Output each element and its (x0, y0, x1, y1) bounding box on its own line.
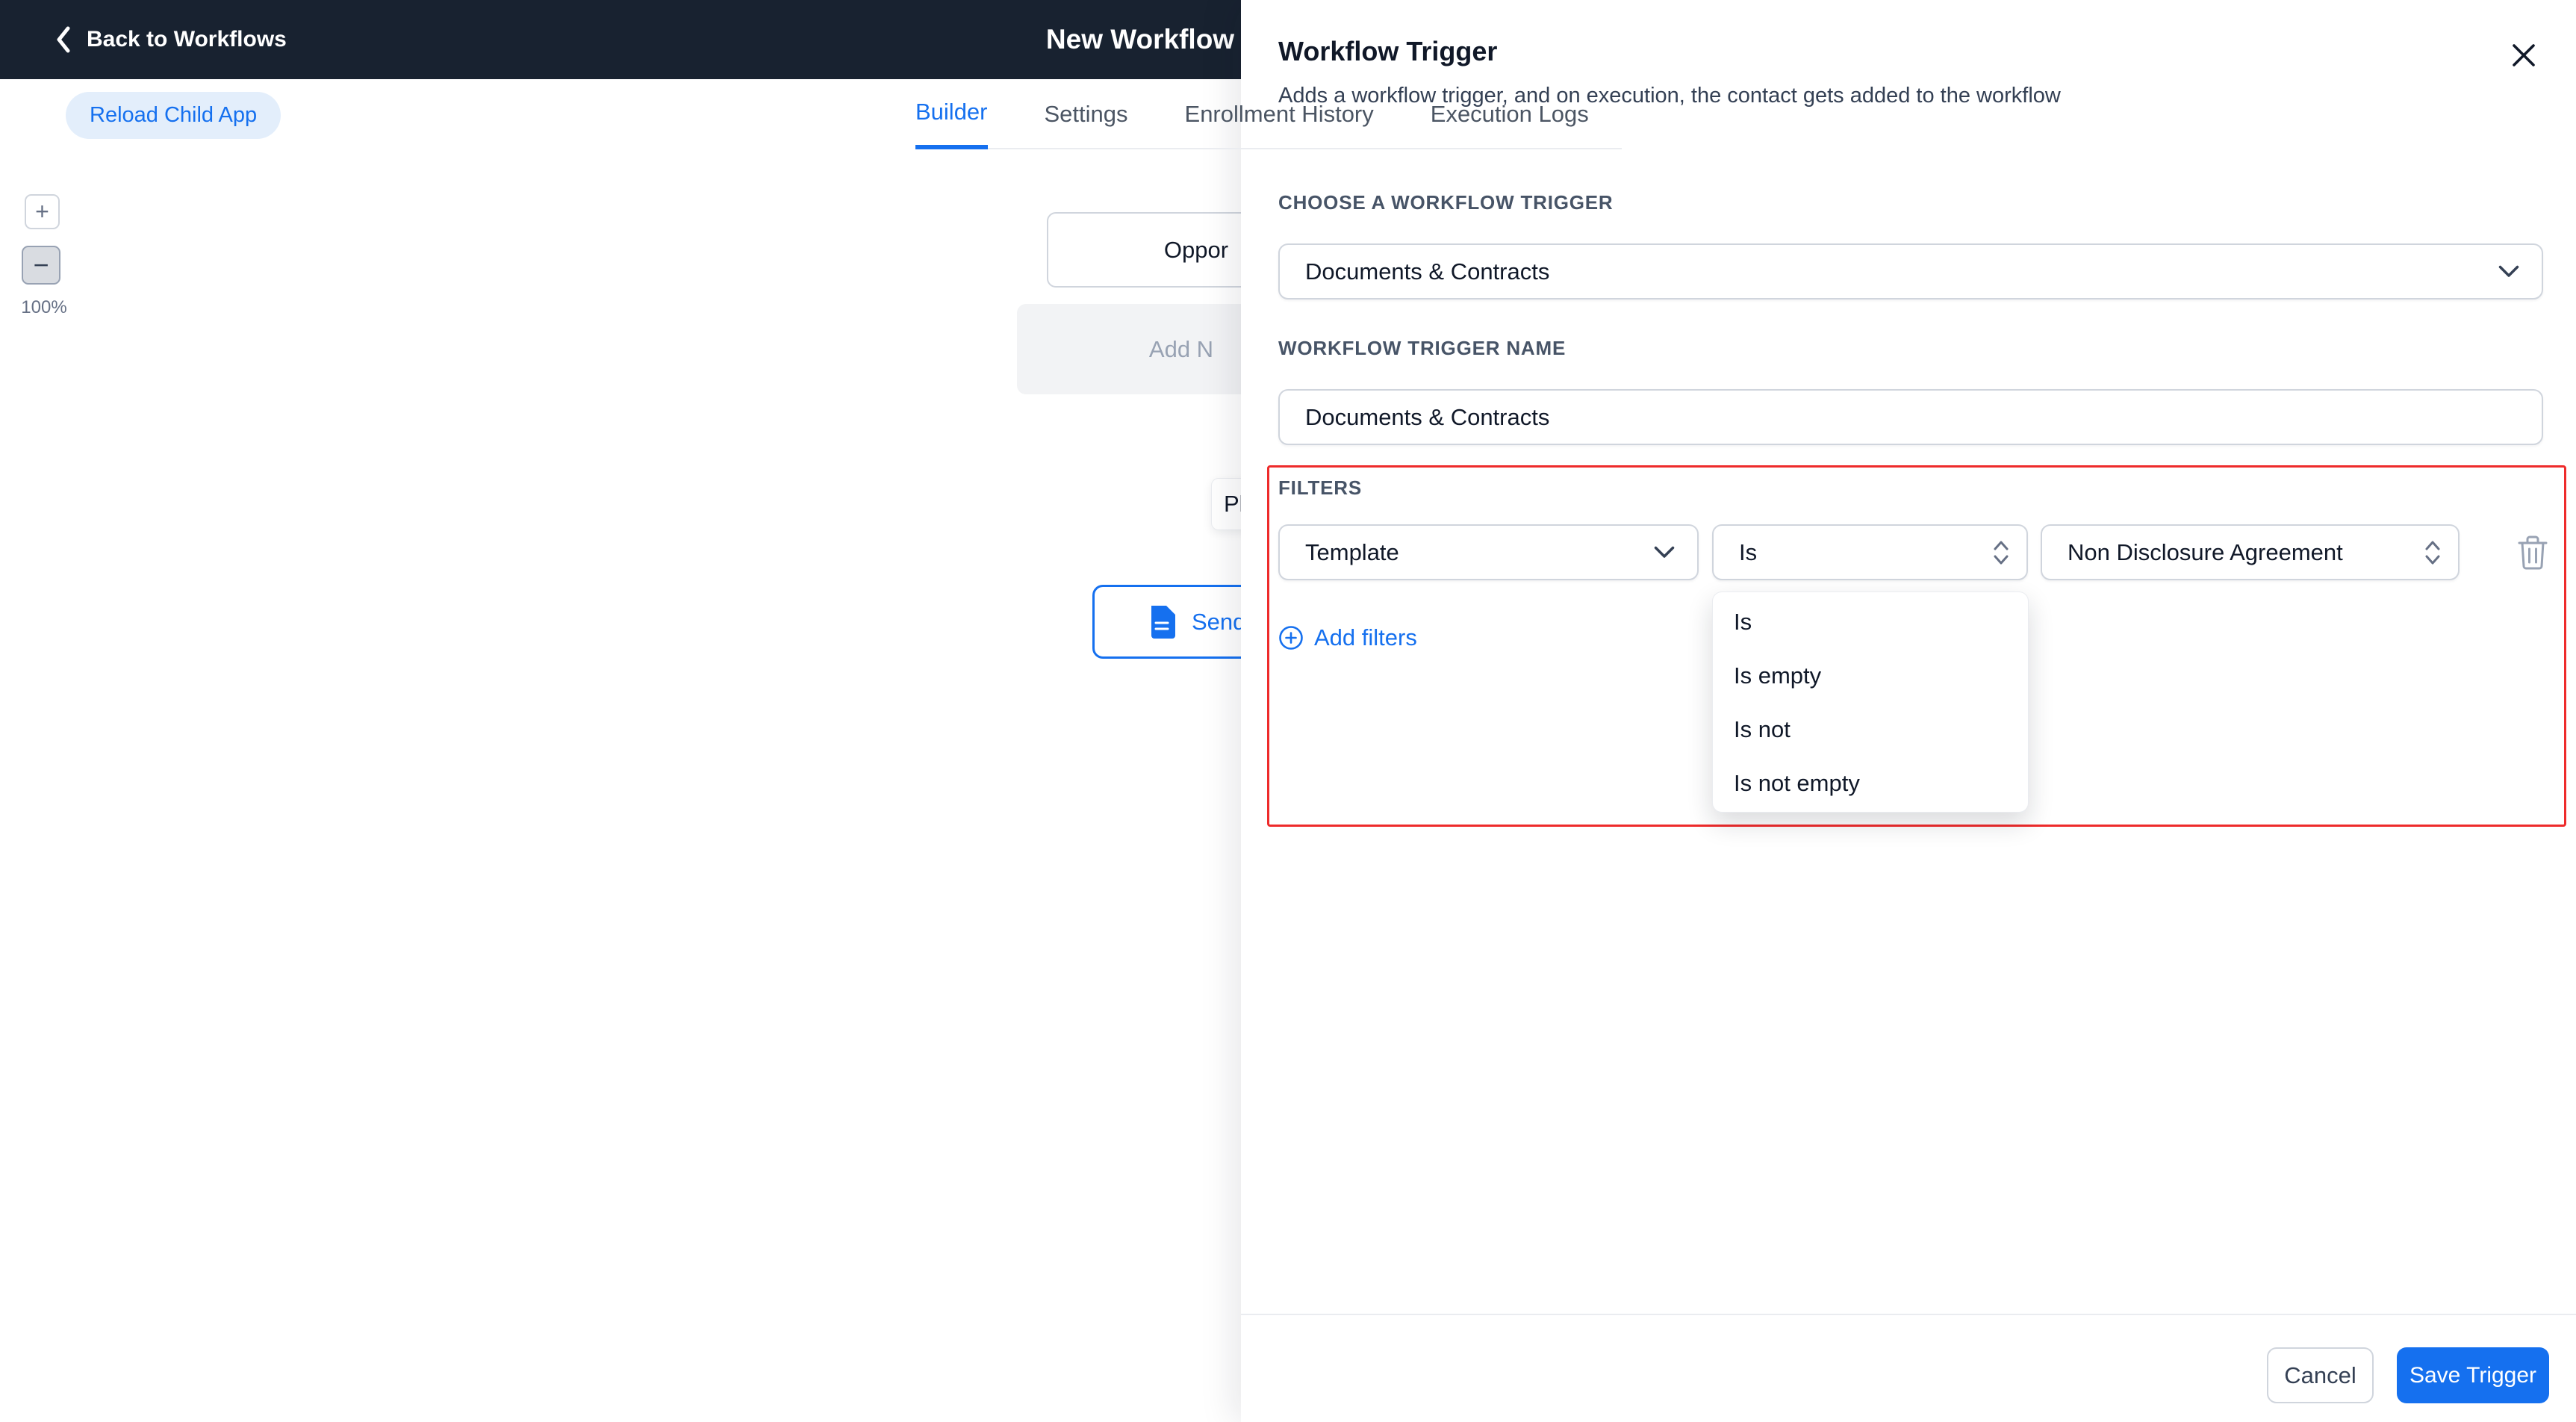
dropdown-option-is[interactable]: Is (1713, 595, 2028, 649)
add-new-trigger-label: Add N (1148, 335, 1214, 362)
zoom-out-button[interactable]: − (22, 246, 60, 285)
footer-divider (1241, 1314, 2576, 1315)
dropdown-option-is-empty[interactable]: Is empty (1713, 649, 2028, 703)
page-title: New Workflow (1045, 24, 1235, 55)
app-root: Back to Workflows New Workflow Reload Ch… (0, 0, 2576, 1422)
trigger-type-select[interactable]: Documents & Contracts (1278, 243, 2543, 299)
tab-settings[interactable]: Settings (1045, 79, 1128, 149)
workflow-trigger-panel: Workflow Trigger Adds a workflow trigger… (1241, 0, 2576, 1422)
tab-builder[interactable]: Builder (915, 79, 988, 149)
tab-label: Enrollment History (1184, 101, 1374, 127)
filter-operator-select[interactable]: Is (1712, 524, 2028, 580)
back-label: Back to Workflows (87, 27, 287, 52)
zoom-level: 100% (21, 297, 67, 317)
filter-field-value: Template (1305, 538, 1399, 565)
panel-title: Workflow Trigger (1278, 36, 1498, 66)
trigger-name-label: WORKFLOW TRIGGER NAME (1278, 337, 1567, 359)
chevron-up-down-icon (2424, 538, 2442, 567)
plus-circle-icon (1278, 625, 1304, 651)
tab-label: Execution Logs (1430, 101, 1589, 127)
save-trigger-button[interactable]: Save Trigger (2397, 1347, 2549, 1403)
trigger-type-value: Documents & Contracts (1305, 258, 1550, 285)
trash-icon (2516, 535, 2549, 571)
tab-execution-logs[interactable]: Execution Logs (1431, 79, 1589, 149)
delete-filter-button[interactable] (2513, 532, 2552, 574)
tab-enrollment-history[interactable]: Enrollment History (1185, 79, 1374, 149)
chevron-down-icon (1654, 546, 1675, 559)
trigger-node-label: Oppor (1163, 236, 1229, 263)
chevron-left-icon (54, 25, 72, 54)
filter-value-select[interactable]: Non Disclosure Agreement (2041, 524, 2460, 580)
choose-trigger-label: CHOOSE A WORKFLOW TRIGGER (1278, 191, 1614, 214)
filter-value-value: Non Disclosure Agreement (2068, 538, 2343, 565)
close-panel-button[interactable] (2500, 31, 2548, 79)
trigger-name-input[interactable] (1278, 389, 2543, 445)
back-to-workflows-button[interactable]: Back to Workflows (54, 25, 287, 54)
tab-label: Settings (1044, 101, 1128, 127)
chevron-down-icon (2498, 265, 2519, 278)
tab-label: Builder (915, 99, 988, 125)
chevron-up-down-icon (1992, 538, 2010, 567)
tab-bar: Builder Settings Enrollment History Exec… (915, 79, 1622, 149)
send-node-label: Send (1192, 608, 1246, 635)
zoom-in-button[interactable]: + (25, 194, 60, 229)
cancel-button[interactable]: Cancel (2267, 1347, 2374, 1403)
reload-child-app-button[interactable]: Reload Child App (66, 92, 281, 139)
filters-label: FILTERS (1278, 476, 1362, 499)
filter-field-select[interactable]: Template (1278, 524, 1699, 580)
add-filters-button[interactable]: Add filters (1278, 624, 1417, 651)
document-icon (1148, 605, 1175, 639)
operator-dropdown-menu: Is Is empty Is not Is not empty (1712, 592, 2029, 813)
close-icon (2511, 43, 2536, 68)
dropdown-option-is-not-empty[interactable]: Is not empty (1713, 757, 2028, 810)
filter-operator-value: Is (1739, 538, 1758, 565)
add-filters-label: Add filters (1314, 624, 1417, 651)
dropdown-option-is-not[interactable]: Is not (1713, 703, 2028, 757)
